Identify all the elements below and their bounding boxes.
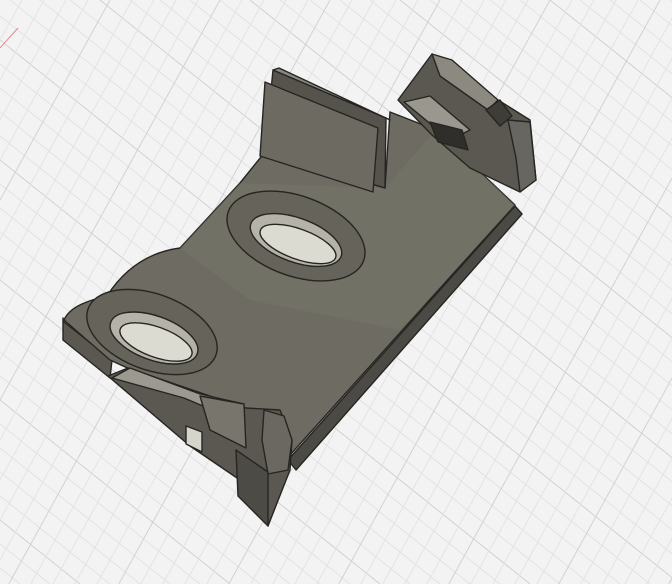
model-canvas[interactable] (0, 0, 672, 584)
cad-viewport[interactable] (0, 0, 672, 584)
